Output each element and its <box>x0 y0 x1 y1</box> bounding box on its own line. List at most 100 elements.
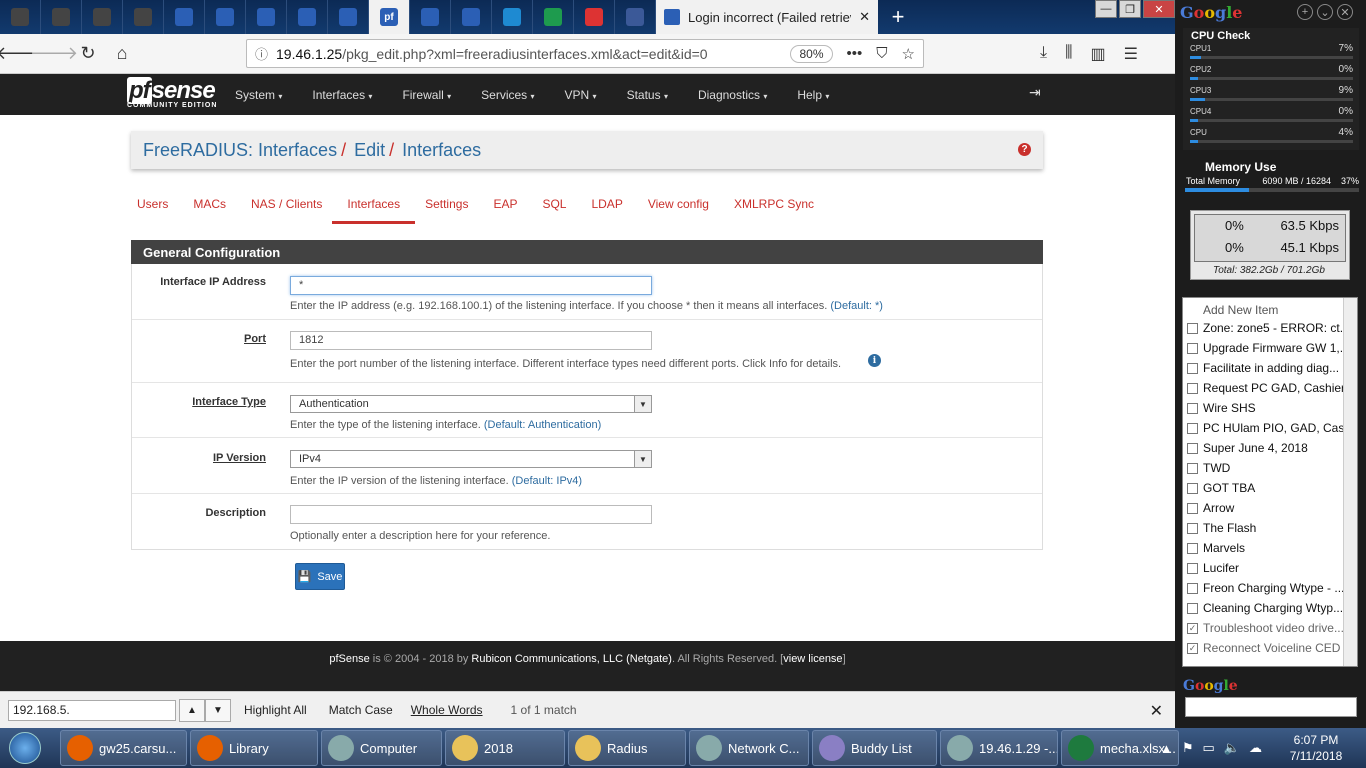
info-icon[interactable]: ⓘ <box>255 44 268 63</box>
library-icon[interactable]: ⫼ <box>1065 44 1072 64</box>
todo-checkbox[interactable] <box>1187 602 1198 614</box>
todo-item[interactable]: Arrow <box>1183 498 1343 518</box>
tab-blue-6[interactable] <box>410 0 451 34</box>
todo-checkbox[interactable] <box>1187 322 1198 334</box>
pocket-icon[interactable]: ⛉ <box>876 45 887 63</box>
breadcrumb-interfaces[interactable]: Interfaces <box>402 140 481 161</box>
taskbar-item[interactable]: 2018 <box>445 730 565 766</box>
tab-ldap[interactable]: LDAP <box>591 193 622 224</box>
tab-interfaces[interactable]: Interfaces <box>332 193 416 224</box>
tab-wolf-3[interactable] <box>82 0 123 34</box>
todo-item[interactable]: Request PC GAD, Cashier... <box>1183 378 1343 398</box>
tray-network-icon[interactable]: ▭ <box>1203 740 1215 756</box>
start-button[interactable] <box>0 728 50 768</box>
logout-icon[interactable]: ⇥ <box>1029 84 1041 101</box>
add-gadget-icon[interactable]: + <box>1297 4 1313 20</box>
match-case-toggle[interactable]: Match Case <box>329 703 393 717</box>
tab-gmail[interactable] <box>574 0 615 34</box>
todo-checkbox[interactable] <box>1187 522 1198 534</box>
dropdown-arrow-icon[interactable]: ▼ <box>634 451 651 467</box>
tab-wolf-4[interactable] <box>123 0 164 34</box>
gadget-menu-icon[interactable]: ⌄ <box>1317 4 1333 20</box>
gadget-close-icon[interactable]: ✕ <box>1337 4 1353 20</box>
todo-checkbox[interactable] <box>1187 502 1198 514</box>
tab-blue-2[interactable] <box>205 0 246 34</box>
todo-item[interactable]: Super June 4, 2018 <box>1183 438 1343 458</box>
forward-button[interactable]: 🡒 <box>30 37 78 71</box>
tray-flag-icon[interactable]: ⚑ <box>1182 740 1194 756</box>
description-input[interactable] <box>290 505 652 524</box>
taskbar-item[interactable]: Buddy List <box>812 730 937 766</box>
todo-item[interactable]: Cleaning Charging Wtyp... <box>1183 598 1343 618</box>
todo-checkbox[interactable]: ✓ <box>1187 622 1198 634</box>
tab-facebook[interactable] <box>615 0 656 34</box>
tab-wolf-2[interactable] <box>41 0 82 34</box>
todo-checkbox[interactable] <box>1187 362 1198 374</box>
todo-checkbox[interactable] <box>1187 422 1198 434</box>
todo-item[interactable]: The Flash <box>1183 518 1343 538</box>
whole-words-toggle[interactable]: Whole Words <box>411 703 483 717</box>
todo-checkbox[interactable]: ✓ <box>1187 642 1198 654</box>
interface-type-select[interactable]: Authentication ▼ <box>290 395 652 413</box>
todo-item[interactable]: GOT TBA <box>1183 478 1343 498</box>
footer-company[interactable]: Rubicon Communications, LLC (Netgate) <box>471 653 672 665</box>
todo-item[interactable]: TWD <box>1183 458 1343 478</box>
current-tab[interactable]: Login incorrect (Failed retrievin ✕ <box>656 0 878 34</box>
tab-xmlrpc-sync[interactable]: XMLRPC Sync <box>734 193 814 224</box>
taskbar-item[interactable]: 19.46.1.29 -... <box>940 730 1058 766</box>
tab-view-config[interactable]: View config <box>648 193 709 224</box>
tray-volume-icon[interactable]: 🔈 <box>1224 740 1240 756</box>
port-input[interactable]: 1812 <box>290 331 652 350</box>
menu-interfaces[interactable]: Interfaces ▾ <box>302 88 382 102</box>
tab-blue-3[interactable] <box>246 0 287 34</box>
download-icon[interactable]: ⤓ <box>1040 44 1047 64</box>
breadcrumb-edit[interactable]: Edit <box>354 140 385 161</box>
minimize-button[interactable]: — <box>1095 0 1117 18</box>
menu-status[interactable]: Status ▾ <box>617 88 678 102</box>
find-close-icon[interactable]: ✕ <box>1150 701 1163 721</box>
tab-wolf-1[interactable] <box>0 0 41 34</box>
tab-blue-4[interactable] <box>287 0 328 34</box>
bookmark-star-icon[interactable]: ☆ <box>902 45 915 63</box>
sidebar-toggle-icon[interactable]: ▥ <box>1090 44 1105 64</box>
tab-close-icon[interactable]: ✕ <box>859 9 870 25</box>
taskbar-item[interactable]: Computer <box>321 730 442 766</box>
view-license-link[interactable]: view license <box>783 653 842 665</box>
help-icon[interactable]: ? <box>1018 143 1031 156</box>
todo-item[interactable]: Wire SHS <box>1183 398 1343 418</box>
menu-firewall[interactable]: Firewall ▾ <box>392 88 461 102</box>
tab-users[interactable]: Users <box>137 193 168 224</box>
tray-cloud-icon[interactable]: ☁ <box>1249 740 1262 756</box>
ip-address-input[interactable]: * <box>290 276 652 295</box>
tab-pfsense[interactable]: pf <box>369 0 410 34</box>
tab-blue-7[interactable] <box>451 0 492 34</box>
taskbar-item[interactable]: gw25.carsu... <box>60 730 187 766</box>
url-bar[interactable]: ⓘ 19.46.1.25/pkg_edit.php?xml=freeradius… <box>246 39 924 68</box>
google-search-input[interactable] <box>1185 697 1357 717</box>
dropdown-arrow-icon[interactable]: ▼ <box>634 396 651 412</box>
todo-scrollbar[interactable] <box>1343 298 1357 666</box>
tab-blue-5[interactable] <box>328 0 369 34</box>
pfsense-logo[interactable]: pfsense COMMUNITY EDITION <box>127 77 217 109</box>
todo-checkbox[interactable] <box>1187 382 1198 394</box>
find-next-button[interactable]: ▼ <box>205 698 231 722</box>
menu-vpn[interactable]: VPN ▾ <box>555 88 607 102</box>
taskbar-item[interactable]: Radius <box>568 730 686 766</box>
todo-item[interactable]: Upgrade Firmware GW 1,... <box>1183 338 1343 358</box>
tray-expand-icon[interactable]: ▲ <box>1160 741 1173 756</box>
zoom-indicator[interactable]: 80% <box>790 44 833 63</box>
tab-nas-clients[interactable]: NAS / Clients <box>251 193 322 224</box>
tab-drupal[interactable] <box>492 0 533 34</box>
todo-item[interactable]: Zone: zone5 - ERROR: ct... <box>1183 318 1343 338</box>
highlight-all-toggle[interactable]: Highlight All <box>244 703 307 717</box>
todo-checkbox[interactable] <box>1187 462 1198 474</box>
new-tab-button[interactable]: + <box>878 0 918 34</box>
todo-item[interactable]: Facilitate in adding diag... <box>1183 358 1343 378</box>
page-actions-icon[interactable]: ••• <box>847 45 863 63</box>
tab-macs[interactable]: MACs <box>193 193 226 224</box>
home-icon[interactable]: ⌂ <box>105 37 139 71</box>
breadcrumb-freeradius[interactable]: FreeRADIUS: Interfaces <box>143 140 337 161</box>
reload-button[interactable]: ↻ <box>71 37 105 71</box>
find-previous-button[interactable]: ▲ <box>179 698 205 722</box>
menu-diagnostics[interactable]: Diagnostics ▾ <box>688 88 777 102</box>
